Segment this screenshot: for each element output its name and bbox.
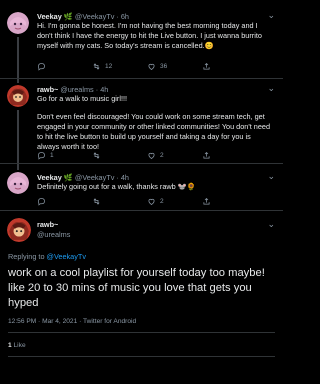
tweet-time[interactable]: 4h: [121, 173, 129, 182]
share-icon: [203, 151, 210, 159]
like-button[interactable]: 36: [147, 62, 167, 71]
like-button[interactable]: 2: [147, 197, 164, 206]
more-icon[interactable]: ⌄: [267, 171, 275, 182]
user-handle[interactable]: @urealms: [37, 230, 70, 239]
retweet-icon: [93, 63, 100, 70]
reply-button[interactable]: [37, 197, 50, 206]
avatar[interactable]: [7, 172, 29, 194]
retweet-icon: [93, 152, 100, 159]
tweet-time[interactable]: 6h: [121, 12, 129, 21]
display-name[interactable]: rawb~: [37, 85, 58, 94]
tweet-text: Don't even feel discouraged! You could w…: [37, 112, 271, 151]
share-button[interactable]: [202, 151, 211, 160]
share-button[interactable]: [202, 62, 211, 71]
badge-icon: 🌿: [63, 173, 73, 182]
retweet-button[interactable]: [92, 197, 105, 206]
mouse-sunflower-emoji: 🐭🌻: [177, 182, 196, 191]
tweet-actions: 2: [37, 197, 257, 207]
avatar[interactable]: [7, 12, 29, 34]
tweet-actions: 12 36: [37, 62, 257, 72]
retweet-icon: [93, 198, 100, 205]
reply-button[interactable]: [37, 62, 50, 71]
main-tweet: rawb~ @urealms ⌄ Replying to @VeekayTv w…: [0, 211, 283, 384]
user-handle[interactable]: @VeekayTv: [75, 12, 114, 21]
reply-icon: [38, 63, 45, 71]
tweet-time[interactable]: 4h: [100, 85, 108, 94]
heart-icon: [148, 152, 155, 159]
tweet-3[interactable]: Veekay 🌿 @VeekayTv · 4h ⌄ Definitely goi…: [0, 164, 283, 210]
tweet-header: Veekay 🌿 @VeekayTv · 4h: [37, 173, 129, 182]
tweet-text: Hi. I'm gonna be honest. I'm not having …: [37, 21, 262, 50]
avatar[interactable]: [7, 218, 31, 242]
display-name[interactable]: rawb~: [37, 220, 70, 229]
avatar[interactable]: [7, 85, 29, 107]
reply-button[interactable]: 1: [37, 151, 54, 160]
tweet-header: rawb~ @urealms · 4h: [37, 85, 109, 94]
divider: [8, 356, 275, 357]
reply-icon: [38, 152, 45, 160]
retweet-button[interactable]: 12: [92, 62, 112, 71]
more-icon[interactable]: ⌄: [267, 219, 275, 230]
retweet-button[interactable]: [92, 151, 105, 160]
more-icon[interactable]: ⌄: [267, 10, 275, 21]
smile-emoji: 😊: [204, 41, 214, 50]
thread-line: [17, 37, 19, 83]
main-author: rawb~ @urealms: [37, 220, 70, 239]
display-name[interactable]: Veekay: [37, 173, 62, 182]
main-tweet-text: work on a cool playlist for yourself tod…: [8, 267, 265, 309]
user-handle[interactable]: @urealms: [60, 85, 93, 94]
user-handle[interactable]: @VeekayTv: [75, 173, 114, 182]
replying-to: Replying to @VeekayTv: [8, 252, 86, 261]
display-name[interactable]: Veekay: [37, 12, 62, 21]
divider: [8, 332, 275, 333]
tweet-header: Veekay 🌿 @VeekayTv · 6h: [37, 12, 129, 21]
like-button[interactable]: 2: [147, 151, 164, 160]
reply-icon: [38, 198, 45, 206]
likes-count[interactable]: 1 Like: [8, 342, 26, 349]
heart-icon: [148, 63, 155, 70]
tweet-timestamp[interactable]: 12:56 PM · Mar 4, 2021 · Twitter for And…: [8, 318, 136, 325]
badge-icon: 🌿: [63, 12, 73, 21]
tweet-text: Definitely going out for a walk, thanks …: [37, 182, 196, 191]
tweet-text: Go for a walk to music girl!!!: [37, 94, 128, 103]
more-icon[interactable]: ⌄: [267, 83, 275, 94]
tweet-1[interactable]: Veekay 🌿 @VeekayTv · 6h ⌄ Hi. I'm gonna …: [0, 0, 283, 83]
heart-icon: [148, 198, 155, 205]
share-icon: [203, 197, 210, 205]
share-button[interactable]: [202, 197, 211, 206]
tweet-actions: 1 2: [37, 151, 257, 161]
tweet-2[interactable]: rawb~ @urealms · 4h ⌄ Go for a walk to m…: [0, 79, 283, 170]
reply-target-link[interactable]: @VeekayTv: [47, 252, 86, 261]
thread-line: [17, 110, 19, 170]
share-icon: [203, 62, 210, 70]
